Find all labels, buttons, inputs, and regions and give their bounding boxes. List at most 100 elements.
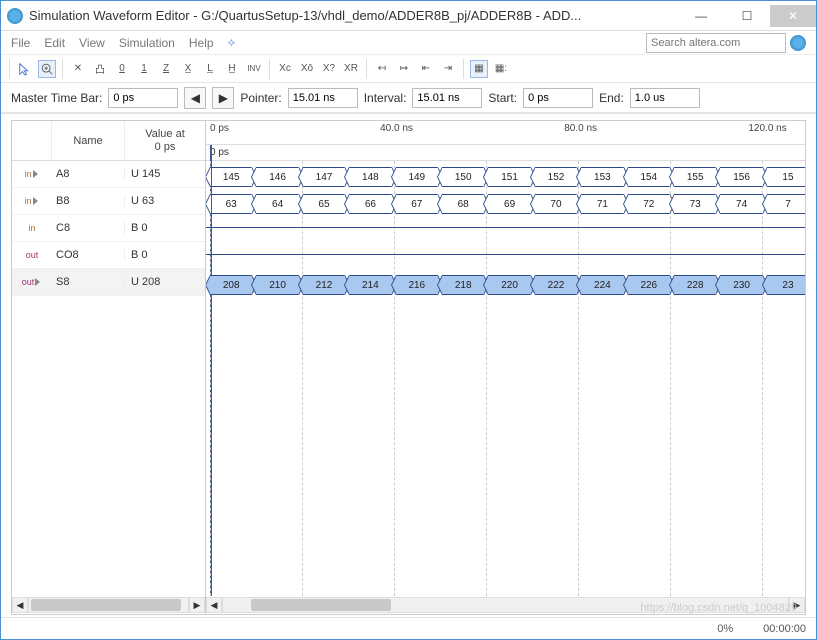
- random-icon[interactable]: X?: [320, 60, 338, 78]
- app-icon: [7, 8, 23, 24]
- col-name: Name: [52, 121, 125, 160]
- titlebar: Simulation Waveform Editor - G:/QuartusS…: [1, 1, 816, 31]
- tool-a-icon[interactable]: ✕: [69, 60, 87, 78]
- wave-cell: 228: [670, 275, 720, 295]
- tool-b-icon[interactable]: 凸: [91, 60, 109, 78]
- wave-row-A8[interactable]: 14514614714814915015115215315415515615: [206, 167, 805, 187]
- clock-icon[interactable]: Xō: [298, 60, 316, 78]
- signal-value: U 208: [125, 276, 205, 288]
- wave-cell: 226: [624, 275, 674, 295]
- pointer-tool-icon[interactable]: [16, 60, 34, 78]
- start-label: Start:: [488, 91, 517, 105]
- grid-icon[interactable]: ▦:: [492, 60, 510, 78]
- ruler-tick: 80.0 ns: [564, 123, 597, 134]
- arb-icon[interactable]: XR: [342, 60, 360, 78]
- statusbar: 0% 00:00:00: [1, 617, 816, 639]
- invert-icon[interactable]: INV: [245, 60, 263, 78]
- master-time-input[interactable]: [108, 88, 178, 108]
- pin-out-icon: out: [26, 250, 39, 260]
- left-hscroll[interactable]: ◀▶: [12, 596, 205, 614]
- end-label: End:: [599, 91, 624, 105]
- app-window: Simulation Waveform Editor - G:/QuartusS…: [0, 0, 817, 640]
- wave-row-S8[interactable]: 20821021221421621822022222422622823023: [206, 275, 805, 295]
- wave-cell: 220: [484, 275, 534, 295]
- window-title: Simulation Waveform Editor - G:/QuartusS…: [29, 8, 678, 23]
- time-prev-button[interactable]: ◀: [184, 87, 206, 109]
- ruler-tick: 40.0 ns: [380, 123, 413, 134]
- search-box: [646, 33, 806, 53]
- force-x-icon[interactable]: X̲: [179, 60, 197, 78]
- wave-row-C8[interactable]: [206, 227, 805, 228]
- time-subruler: 0 ps: [206, 145, 805, 161]
- wave-cell: 156: [716, 167, 766, 187]
- wave-cell: 153: [577, 167, 627, 187]
- end-input[interactable]: [630, 88, 700, 108]
- maximize-button[interactable]: ☐: [724, 5, 770, 27]
- force-high-icon[interactable]: 1: [135, 60, 153, 78]
- menubar: File Edit View Simulation Help ⟡: [1, 31, 816, 55]
- wave-cell: 73: [670, 194, 720, 214]
- start-input[interactable]: [523, 88, 593, 108]
- signal-name: S8: [52, 276, 125, 288]
- wave-cell: 216: [392, 275, 442, 295]
- watermark: https://blog.csdn.net/q_1004829: [640, 602, 797, 614]
- pin-out-icon: out: [22, 277, 35, 287]
- wave-cell: 64: [252, 194, 302, 214]
- expand-icon[interactable]: [35, 278, 40, 286]
- zoom-tool-icon[interactable]: [38, 60, 56, 78]
- wave-cell: 212: [299, 275, 349, 295]
- expand-icon[interactable]: [33, 170, 38, 178]
- search-go-icon[interactable]: [790, 35, 806, 51]
- toolbar: ✕ 凸 0 1 Z X̲ L̲ H̲ INV Xc Xō X? XR ↤ ↦ ⇤…: [1, 55, 816, 83]
- wave-cell: 148: [345, 167, 395, 187]
- minimize-button[interactable]: —: [678, 5, 724, 27]
- signal-row-S8[interactable]: out S8 U 208: [12, 269, 205, 296]
- wave-row-CO8[interactable]: [206, 254, 805, 255]
- snap-left-icon[interactable]: ↤: [373, 60, 391, 78]
- main-area: Name Value at 0 ps in A8 U 145in B8 U 63…: [1, 113, 816, 617]
- menu-edit[interactable]: Edit: [44, 36, 65, 50]
- menu-file[interactable]: File: [11, 36, 30, 50]
- wave-cell: 151: [484, 167, 534, 187]
- snap-a-icon[interactable]: ⇤: [417, 60, 435, 78]
- close-button[interactable]: ✕: [770, 5, 816, 27]
- wave-cell: 222: [531, 275, 581, 295]
- signal-row-CO8[interactable]: out CO8 B 0: [12, 242, 205, 269]
- wave-cell: 208: [206, 275, 256, 295]
- pointer-input[interactable]: [288, 88, 358, 108]
- signal-name: B8: [52, 195, 125, 207]
- signal-row-B8[interactable]: in B8 U 63: [12, 188, 205, 215]
- signal-row-A8[interactable]: in A8 U 145: [12, 161, 205, 188]
- menu-extra-icon[interactable]: ⟡: [228, 35, 236, 50]
- force-low-icon[interactable]: 0: [113, 60, 131, 78]
- signal-name: A8: [52, 168, 125, 180]
- time-next-button[interactable]: ▶: [212, 87, 234, 109]
- wave-row-B8[interactable]: 6364656667686970717273747: [206, 194, 805, 214]
- force-h-icon[interactable]: H̲: [223, 60, 241, 78]
- wave-cell: 70: [531, 194, 581, 214]
- search-input[interactable]: [646, 33, 786, 53]
- force-l-icon[interactable]: L̲: [201, 60, 219, 78]
- wave-cell: 224: [577, 275, 627, 295]
- menu-help[interactable]: Help: [189, 36, 214, 50]
- interval-input[interactable]: [412, 88, 482, 108]
- pin-in-icon: in: [28, 223, 35, 233]
- force-z-icon[interactable]: Z: [157, 60, 175, 78]
- snap-right-icon[interactable]: ↦: [395, 60, 413, 78]
- status-pct: 0%: [717, 623, 733, 635]
- wave-area[interactable]: 14514614714814915015115215315415515615 6…: [206, 161, 805, 596]
- menu-view[interactable]: View: [79, 36, 105, 50]
- time-ruler[interactable]: 0 ps40.0 ns80.0 ns120.0 ns160.0 ns200.0 …: [206, 121, 805, 145]
- run-sim-icon[interactable]: ▦: [470, 60, 488, 78]
- wave-cell: 66: [345, 194, 395, 214]
- count-icon[interactable]: Xc: [276, 60, 294, 78]
- signal-row-C8[interactable]: in C8 B 0: [12, 215, 205, 242]
- signal-value: U 63: [125, 195, 205, 207]
- expand-icon[interactable]: [33, 197, 38, 205]
- ruler-tick: 0 ps: [210, 123, 229, 134]
- wave-cell: 71: [577, 194, 627, 214]
- menu-simulation[interactable]: Simulation: [119, 36, 175, 50]
- snap-b-icon[interactable]: ⇥: [439, 60, 457, 78]
- wave-cell: 210: [252, 275, 302, 295]
- wave-cell: 230: [716, 275, 766, 295]
